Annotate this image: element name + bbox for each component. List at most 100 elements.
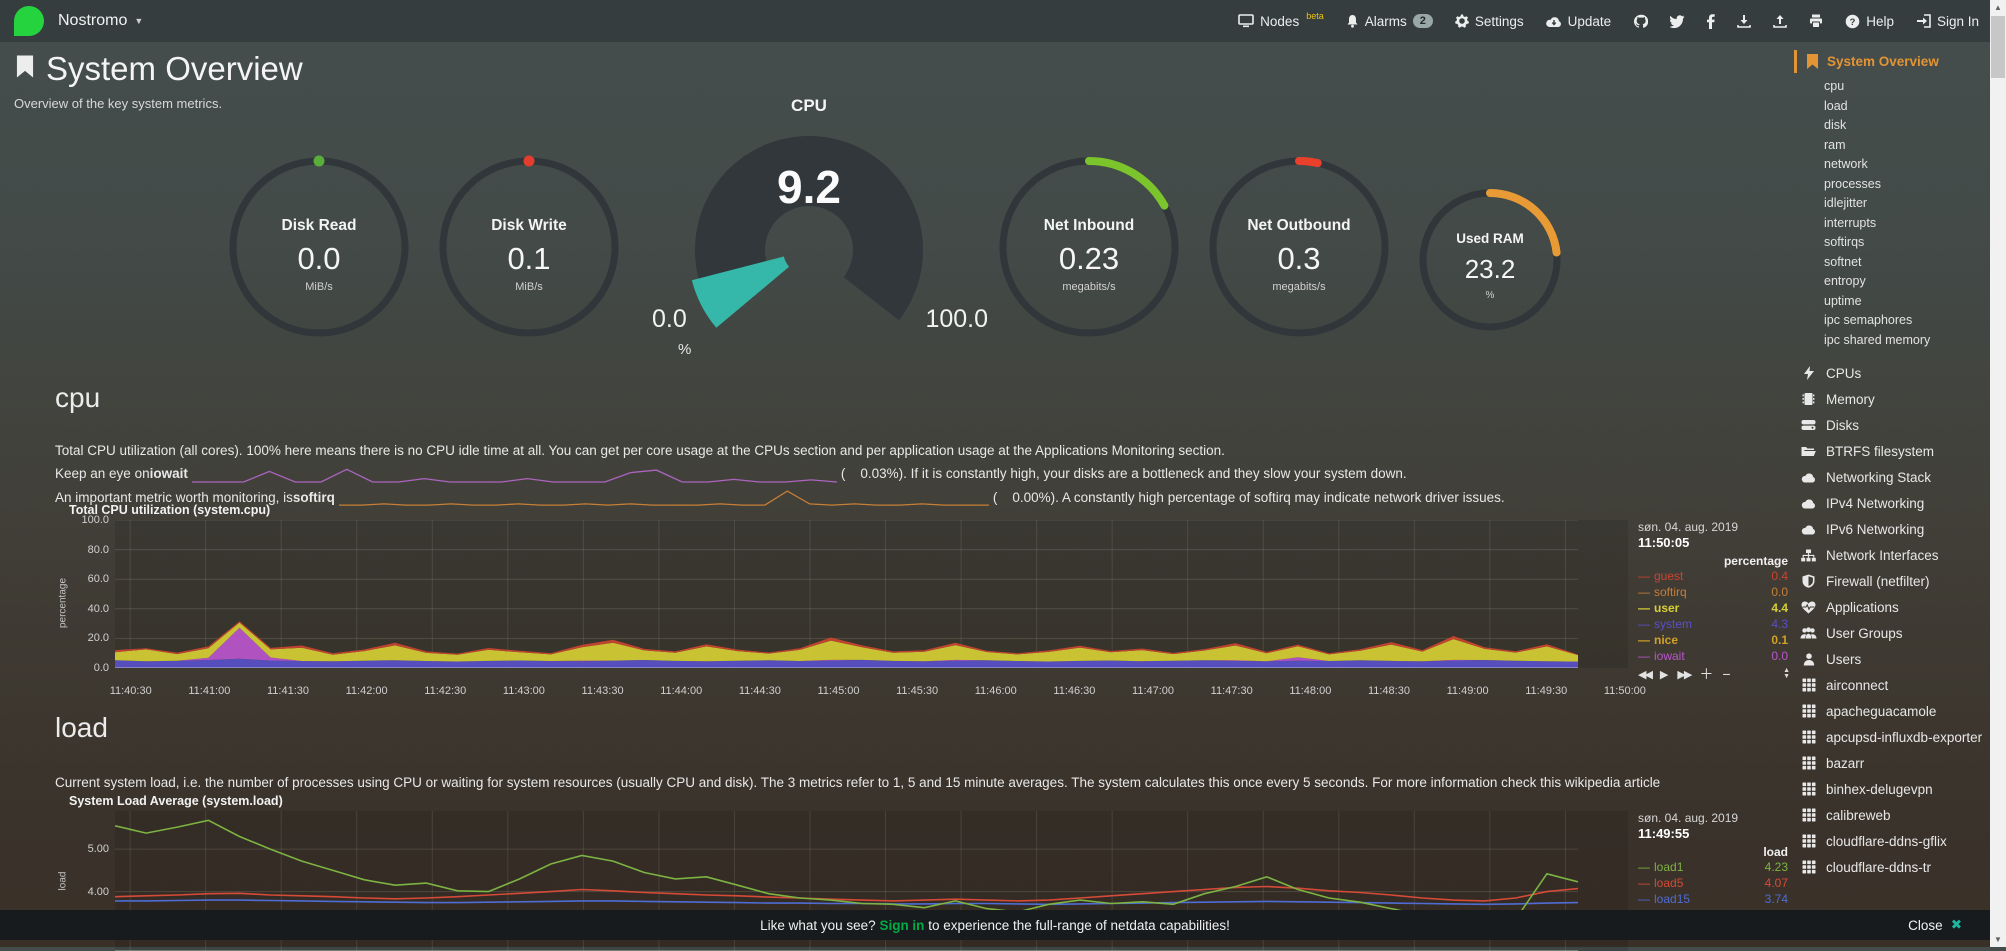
net-outbound-gauge[interactable]: Net Outbound0.3megabits/s [1204, 152, 1394, 342]
grid-icon [1800, 808, 1817, 822]
sidebar-sub-items: cpuloaddiskramnetworkprocessesidlejitter… [1794, 77, 1990, 350]
legend-row-load1[interactable]: —load14.23 [1638, 859, 1790, 875]
sidebar-item-ipv4-networking[interactable]: IPv4 Networking [1800, 490, 1990, 516]
scroll-down-arrow-icon[interactable]: ▼ [1990, 932, 2006, 947]
gear-icon [1455, 14, 1469, 28]
navbar-item-facebook[interactable] [1696, 0, 1726, 42]
sidebar-item-system-overview[interactable]: System Overview [1794, 50, 1990, 73]
sidebar-subitem-ipc-semaphores[interactable]: ipc semaphores [1824, 311, 1990, 331]
grid-icon [1800, 834, 1817, 848]
question-icon: ? [1845, 14, 1860, 29]
user-icon [1800, 653, 1817, 666]
sidebar-item-user-groups[interactable]: User Groups [1800, 620, 1990, 646]
used-ram-gauge[interactable]: Used RAM23.2% [1414, 184, 1566, 336]
sidebar-item-firewall-netfilter[interactable]: Firewall (netfilter) [1800, 568, 1990, 594]
sidebar-subitem-load[interactable]: load [1824, 97, 1990, 117]
page-scrollbar[interactable]: ▲ ▼ [1990, 0, 2006, 947]
play-button[interactable]: ▶ [1660, 668, 1668, 681]
chart-resize-handle[interactable]: ▲▼ [1783, 668, 1790, 680]
facebook-icon [1707, 14, 1715, 29]
navbar-item-print[interactable] [1798, 0, 1834, 42]
legend-time: 11:50:05 [1638, 535, 1790, 550]
legend-row-iowait[interactable]: —iowait0.0 [1638, 648, 1790, 664]
sidebar-subitem-disk[interactable]: disk [1824, 116, 1990, 136]
cpu-desc-line1: Total CPU utilization (all cores). 100% … [55, 440, 1735, 461]
zoom-in-button[interactable]: ＋ [1699, 664, 1713, 684]
navbar-item-help[interactable]: ?Help [1834, 0, 1905, 42]
section-heading-cpu[interactable]: cpu [55, 382, 100, 414]
navbar-item-twitter[interactable] [1659, 0, 1696, 42]
disk-write-gauge[interactable]: Disk Write0.1MiB/s [434, 152, 624, 342]
cpu-gauge[interactable]: CPU9.20.0100.0% [644, 96, 974, 364]
sidebar-subitem-interrupts[interactable]: interrupts [1824, 214, 1990, 234]
sidebar-item-binhex-delugevpn[interactable]: binhex-delugevpn [1800, 776, 1990, 802]
legend-row-guest[interactable]: —guest0.4 [1638, 568, 1790, 584]
banner-close-button[interactable]: Close ✖ [1908, 917, 1962, 933]
sidebar-item-btrfs-filesystem[interactable]: BTRFS filesystem [1800, 438, 1990, 464]
legend-row-load5[interactable]: —load54.07 [1638, 875, 1790, 891]
pan-backward-button[interactable]: ◀◀ [1638, 668, 1651, 681]
page-title: System Overview [14, 50, 303, 88]
sidebar-item-calibreweb[interactable]: calibreweb [1800, 802, 1990, 828]
sidebar-item-networking-stack[interactable]: Networking Stack [1800, 464, 1990, 490]
sidebar-item-ipv6-networking[interactable]: IPv6 Networking [1800, 516, 1990, 542]
sidebar-item-disks[interactable]: Disks [1800, 412, 1990, 438]
cpu-plot-svg [115, 520, 1578, 668]
navbar-item-nodes[interactable]: Nodesbeta [1227, 0, 1335, 42]
navbar-item-update[interactable]: Update [1535, 0, 1623, 42]
sidebar-item-memory[interactable]: Memory [1800, 386, 1990, 412]
sidebar-subitem-uptime[interactable]: uptime [1824, 292, 1990, 312]
sidebar-subitem-cpu[interactable]: cpu [1824, 77, 1990, 97]
sidebar-subitem-entropy[interactable]: entropy [1824, 272, 1990, 292]
sidebar-item-cloudflare-ddns-tr[interactable]: cloudflare-ddns-tr [1800, 854, 1990, 880]
scrollbar-thumb[interactable] [1991, 16, 2005, 78]
navbar-item-github[interactable] [1622, 0, 1659, 42]
sign-in-link[interactable]: Sign in [879, 918, 924, 933]
sidebar-item-apcupsd-influxdb-exporter[interactable]: apcupsd-influxdb-exporter [1800, 724, 1990, 750]
section-heading-load[interactable]: load [55, 712, 108, 744]
sidebar-subitem-ram[interactable]: ram [1824, 136, 1990, 156]
legend-row-load15[interactable]: —load153.74 [1638, 891, 1790, 907]
legend-row-system[interactable]: —system4.3 [1638, 616, 1790, 632]
sidebar-subitem-idlejitter[interactable]: idlejitter [1824, 194, 1990, 214]
sidebar-item-apacheguacamole[interactable]: apacheguacamole [1800, 698, 1990, 724]
cpu-chart: Total CPU utilization (system.cpu)percen… [55, 503, 1790, 685]
heartbeat-icon [1800, 601, 1817, 614]
grid-icon [1800, 782, 1817, 796]
navbar-item-alarms[interactable]: Alarms2 [1335, 0, 1444, 42]
scroll-up-arrow-icon[interactable]: ▲ [1990, 0, 2006, 15]
bookmark-icon [1805, 53, 1820, 70]
navbar-item-upload[interactable] [1762, 0, 1798, 42]
legend-date: søn. 04. aug. 2019 [1638, 520, 1790, 534]
navbar-item-settings[interactable]: Settings [1444, 0, 1535, 42]
sidebar-item-applications[interactable]: Applications [1800, 594, 1990, 620]
netdata-logo-icon[interactable] [14, 6, 44, 36]
sidebar-subitem-softnet[interactable]: softnet [1824, 253, 1990, 273]
zoom-out-button[interactable]: − [1722, 666, 1730, 682]
navbar-item-sign-in[interactable]: Sign In [1905, 0, 1990, 42]
net-inbound-gauge[interactable]: Net Inbound0.23megabits/s [994, 152, 1184, 342]
disk-read-gauge[interactable]: Disk Read0.0MiB/s [224, 152, 414, 342]
sidebar-subitem-processes[interactable]: processes [1824, 175, 1990, 195]
legend-row-nice[interactable]: —nice0.1 [1638, 632, 1790, 648]
hostname-dropdown[interactable]: Nostromo ▼ [58, 12, 143, 30]
navbar-menu: NodesbetaAlarms2SettingsUpdate ?HelpSign … [1227, 0, 1990, 42]
cpu-plot-area[interactable] [115, 520, 1628, 668]
sidebar-subitem-softirqs[interactable]: softirqs [1824, 233, 1990, 253]
legend-row-user[interactable]: —user4.4 [1638, 600, 1790, 616]
sidebar-item-airconnect[interactable]: airconnect [1800, 672, 1990, 698]
chart-title: Total CPU utilization (system.cpu) [69, 503, 1790, 517]
page-header: System Overview Overview of the key syst… [14, 50, 303, 111]
pan-forward-button[interactable]: ▶▶ [1677, 668, 1690, 681]
bookmark-icon [14, 50, 36, 88]
users-icon [1800, 627, 1817, 639]
sidebar-subitem-ipc-shared-memory[interactable]: ipc shared memory [1824, 331, 1990, 351]
sidebar-item-cpus[interactable]: CPUs [1800, 360, 1990, 386]
navbar-item-download[interactable] [1726, 0, 1762, 42]
sidebar-item-users[interactable]: Users [1800, 646, 1990, 672]
sidebar-item-bazarr[interactable]: bazarr [1800, 750, 1990, 776]
legend-row-softirq[interactable]: —softirq0.0 [1638, 584, 1790, 600]
sidebar-item-cloudflare-ddns-gflix[interactable]: cloudflare-ddns-gflix [1800, 828, 1990, 854]
sidebar-subitem-network[interactable]: network [1824, 155, 1990, 175]
sidebar-item-network-interfaces[interactable]: Network Interfaces [1800, 542, 1990, 568]
